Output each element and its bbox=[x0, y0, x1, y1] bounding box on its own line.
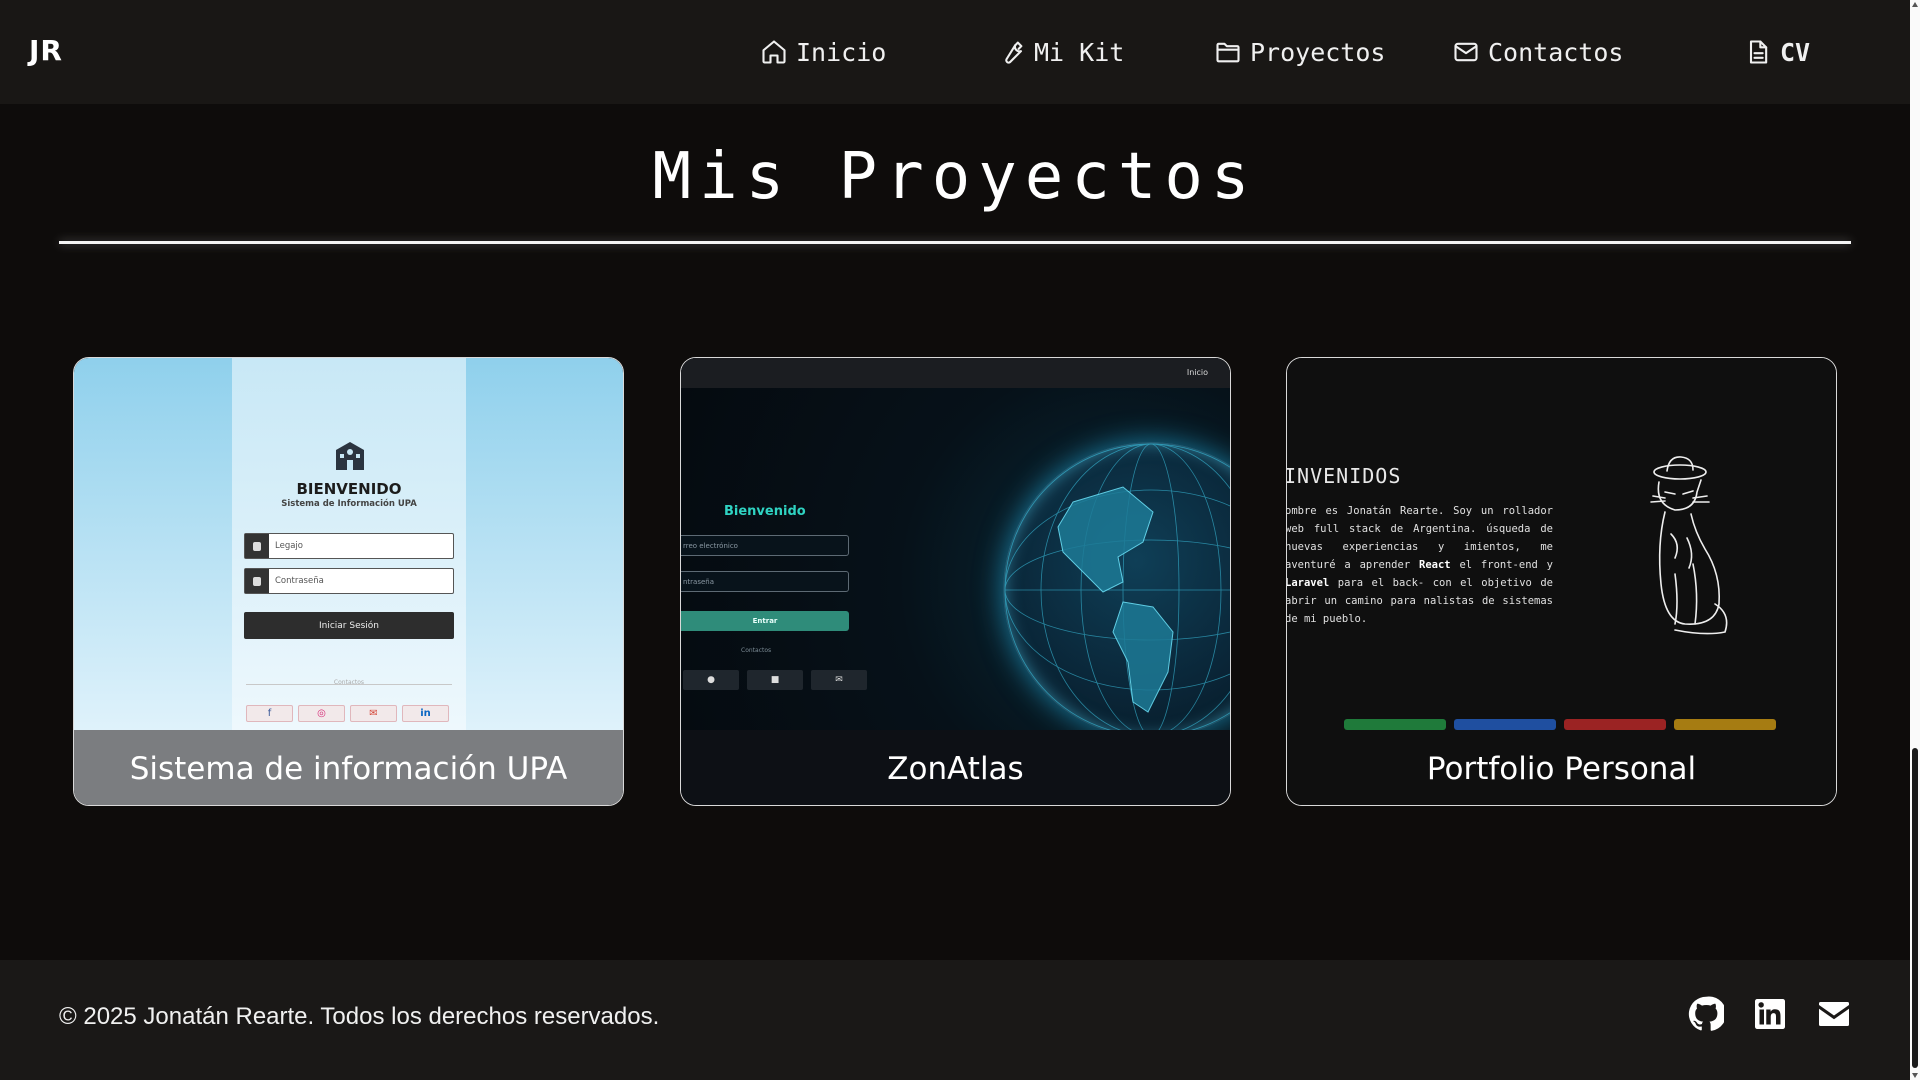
nav-item-label: CV bbox=[1780, 37, 1811, 67]
navbar: JR Inicio Mi Kit Proyectos Contactos CV bbox=[0, 0, 1910, 104]
scroll-up-arrow[interactable] bbox=[1912, 2, 1918, 7]
home-icon bbox=[762, 40, 786, 64]
project-title: Sistema de información UPA bbox=[74, 730, 623, 805]
project-card-upa[interactable]: BIENVENIDO Sistema de Información UPA Le… bbox=[73, 357, 624, 806]
mail-icon bbox=[1454, 42, 1478, 62]
social-links bbox=[1688, 996, 1852, 1032]
project-title: ZonAtlas bbox=[681, 730, 1230, 805]
wrench-icon bbox=[1005, 41, 1023, 64]
nav-item-contactos[interactable]: Contactos bbox=[1452, 34, 1623, 70]
project-preview-image: INVENIDOS ombre es Jonatán Rearte. Soy u… bbox=[1287, 358, 1836, 730]
document-icon bbox=[1749, 40, 1768, 64]
github-icon[interactable] bbox=[1688, 996, 1727, 1032]
cat-illustration bbox=[1650, 456, 1728, 635]
nav-item-label: Mi Kit bbox=[1034, 37, 1125, 67]
logo[interactable]: JR bbox=[29, 34, 63, 67]
scroll-thumb[interactable] bbox=[1912, 748, 1918, 1068]
page-scrollbar[interactable] bbox=[1910, 0, 1920, 1080]
project-preview-image: Inicio Bienvenido rreo electrónico ntras… bbox=[681, 358, 1230, 730]
nav-item-inicio[interactable]: Inicio bbox=[760, 34, 886, 70]
project-preview-image: BIENVENIDO Sistema de Información UPA Le… bbox=[74, 358, 623, 730]
nav-item-label: Proyectos bbox=[1250, 37, 1386, 67]
nav-item-label: Inicio bbox=[796, 37, 887, 67]
project-title: Portfolio Personal bbox=[1287, 730, 1836, 805]
project-card-portfolio[interactable]: INVENIDOS ombre es Jonatán Rearte. Soy u… bbox=[1286, 357, 1837, 806]
globe-image bbox=[1003, 442, 1230, 730]
nav-item-mi-kit[interactable]: Mi Kit bbox=[998, 34, 1124, 70]
folder-icon bbox=[1216, 42, 1240, 63]
mail-icon[interactable] bbox=[1816, 996, 1852, 1032]
footer: © 2025 Jonatán Rearte. Todos los derecho… bbox=[0, 960, 1910, 1080]
copyright-text: © 2025 Jonatán Rearte. Todos los derecho… bbox=[59, 1003, 660, 1030]
project-card-zonatlas[interactable]: Inicio Bienvenido rreo electrónico ntras… bbox=[680, 357, 1231, 806]
nav-item-label: Contactos bbox=[1488, 37, 1624, 67]
title-divider bbox=[59, 241, 1851, 244]
school-icon bbox=[336, 442, 364, 470]
page-title: Mis Proyectos bbox=[652, 140, 1258, 214]
scroll-down-arrow[interactable] bbox=[1912, 1073, 1918, 1078]
nav-item-cv[interactable]: CV bbox=[1744, 34, 1810, 70]
linkedin-icon[interactable] bbox=[1752, 996, 1788, 1032]
nav-item-proyectos[interactable]: Proyectos bbox=[1214, 34, 1385, 70]
